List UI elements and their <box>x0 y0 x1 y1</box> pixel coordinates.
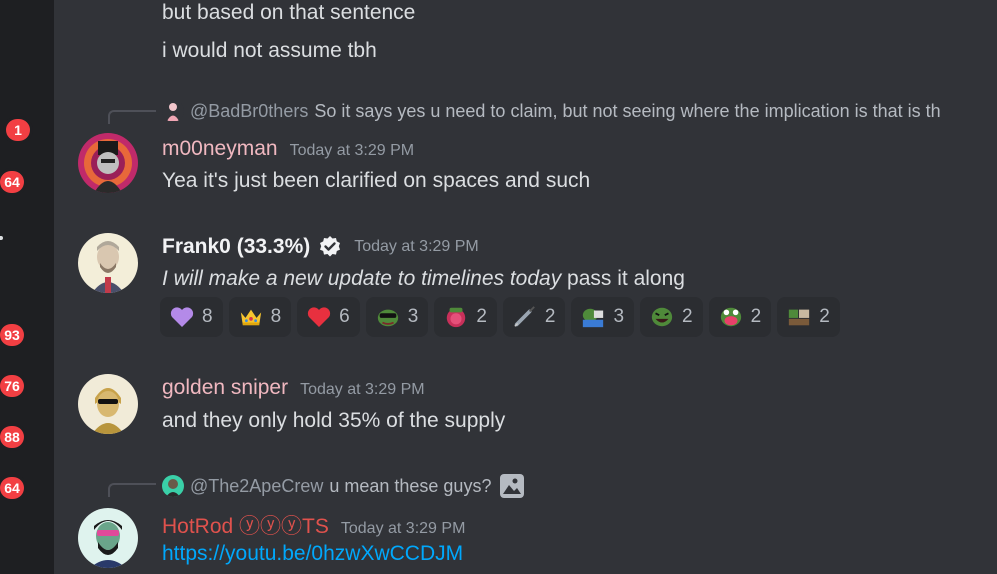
message-text: and they only hold 35% of the supply <box>162 409 506 432</box>
reaction-count: 3 <box>407 306 419 327</box>
chat-messages: but based on that sentence i would not a… <box>54 0 997 574</box>
reply-mention[interactable]: @The2ApeCrew <box>190 476 323 497</box>
reply-text[interactable]: So it says yes u need to claim, but not … <box>314 101 940 122</box>
reaction[interactable]: 8 <box>160 297 223 337</box>
reply-avatar[interactable] <box>162 100 184 122</box>
pink-blob-icon <box>444 305 468 329</box>
reaction[interactable]: 2 <box>640 297 703 337</box>
avatar[interactable] <box>78 233 138 293</box>
verified-badge-icon <box>318 235 342 259</box>
reaction-count: 2 <box>544 306 556 327</box>
unread-badge[interactable]: 64 <box>0 477 24 499</box>
reaction-count: 2 <box>819 306 830 327</box>
syringe-icon <box>513 305 537 329</box>
pepe-sunglasses-icon <box>376 305 400 329</box>
reaction-count: 2 <box>750 306 762 327</box>
message-link[interactable]: https://youtu.be/0hzwXwCCDJM <box>162 542 463 566</box>
reaction[interactable]: 2 <box>708 297 772 337</box>
message-text: Yea it's just been clarified on spaces a… <box>162 169 591 192</box>
username[interactable]: HotRod ⓨⓨⓨTS Today at 3:29 PM <box>162 510 465 540</box>
reaction[interactable]: 3 <box>365 297 429 337</box>
pepe-computer-icon <box>581 305 605 329</box>
username[interactable]: Frank0 (33.3%) Today at 3:29 PM <box>162 235 479 259</box>
message-text-rest: pass it along <box>561 267 685 290</box>
username-text[interactable]: m00neyman <box>162 137 278 160</box>
reply-connector <box>108 483 156 497</box>
reaction[interactable]: 2 <box>777 297 840 337</box>
unread-badge[interactable]: 1 <box>6 119 30 141</box>
pepe-scream-icon <box>719 305 743 329</box>
reaction-count: 6 <box>339 306 350 327</box>
unread-badge[interactable]: 76 <box>0 375 24 397</box>
reaction-count: 2 <box>476 306 487 327</box>
reply-mention[interactable]: @BadBr0thers <box>190 101 308 122</box>
crown-icon <box>239 305 263 329</box>
message-italic-text: I will make a new update to timelines to… <box>162 267 562 290</box>
server-indicator <box>0 236 3 240</box>
reaction-count: 8 <box>270 306 282 327</box>
red-heart-icon <box>307 305 331 329</box>
message-text: but based on that sentence <box>162 1 416 24</box>
reaction[interactable]: 2 <box>502 297 566 337</box>
timestamp: Today at 3:29 PM <box>289 142 415 159</box>
timestamp: Today at 3:29 PM <box>340 520 466 537</box>
message-text: I will make a new update to timelines to… <box>162 267 685 291</box>
username-text[interactable]: golden sniper <box>162 376 288 399</box>
unread-badge[interactable]: 64 <box>0 171 24 193</box>
timestamp: Today at 3:29 PM <box>300 381 425 398</box>
reaction[interactable]: 8 <box>228 297 292 337</box>
reply-preview[interactable]: @The2ApeCrew u mean these guys? <box>162 473 525 499</box>
reaction-count: 3 <box>613 306 625 327</box>
image-attachment-icon <box>499 473 525 499</box>
reaction-count: 8 <box>202 306 213 327</box>
timestamp: Today at 3:29 PM <box>354 238 479 255</box>
reaction[interactable]: 2 <box>434 297 497 337</box>
reply-preview[interactable]: @BadBr0thers So it says yes u need to cl… <box>162 100 941 122</box>
reaction[interactable]: 6 <box>297 297 360 337</box>
reply-text[interactable]: u mean these guys? <box>329 476 491 497</box>
username[interactable]: m00neyman Today at 3:29 PM <box>162 137 414 161</box>
username-text[interactable]: Frank0 (33.3%) <box>162 235 310 259</box>
reactions-bar: 8 8 6 3 2 2 3 2 2 2 <box>160 297 840 337</box>
unread-badge[interactable]: 88 <box>0 426 24 448</box>
pepe-desk-icon <box>787 305 811 329</box>
username-text[interactable]: HotRod ⓨⓨⓨTS <box>162 515 329 538</box>
message-text: i would not assume tbh <box>162 39 377 62</box>
username[interactable]: golden sniper Today at 3:29 PM <box>162 376 425 400</box>
reply-avatar[interactable] <box>162 475 184 497</box>
reply-connector <box>108 110 156 124</box>
reaction-count: 2 <box>682 306 693 327</box>
avatar[interactable] <box>78 133 138 193</box>
avatar[interactable] <box>78 374 138 434</box>
reaction[interactable]: 3 <box>571 297 635 337</box>
server-sidebar: 1 64 93 76 88 64 <box>0 0 54 574</box>
avatar[interactable] <box>78 508 138 568</box>
purple-heart-icon <box>170 305 194 329</box>
unread-badge[interactable]: 93 <box>0 324 24 346</box>
pepe-laugh-icon <box>650 305 674 329</box>
